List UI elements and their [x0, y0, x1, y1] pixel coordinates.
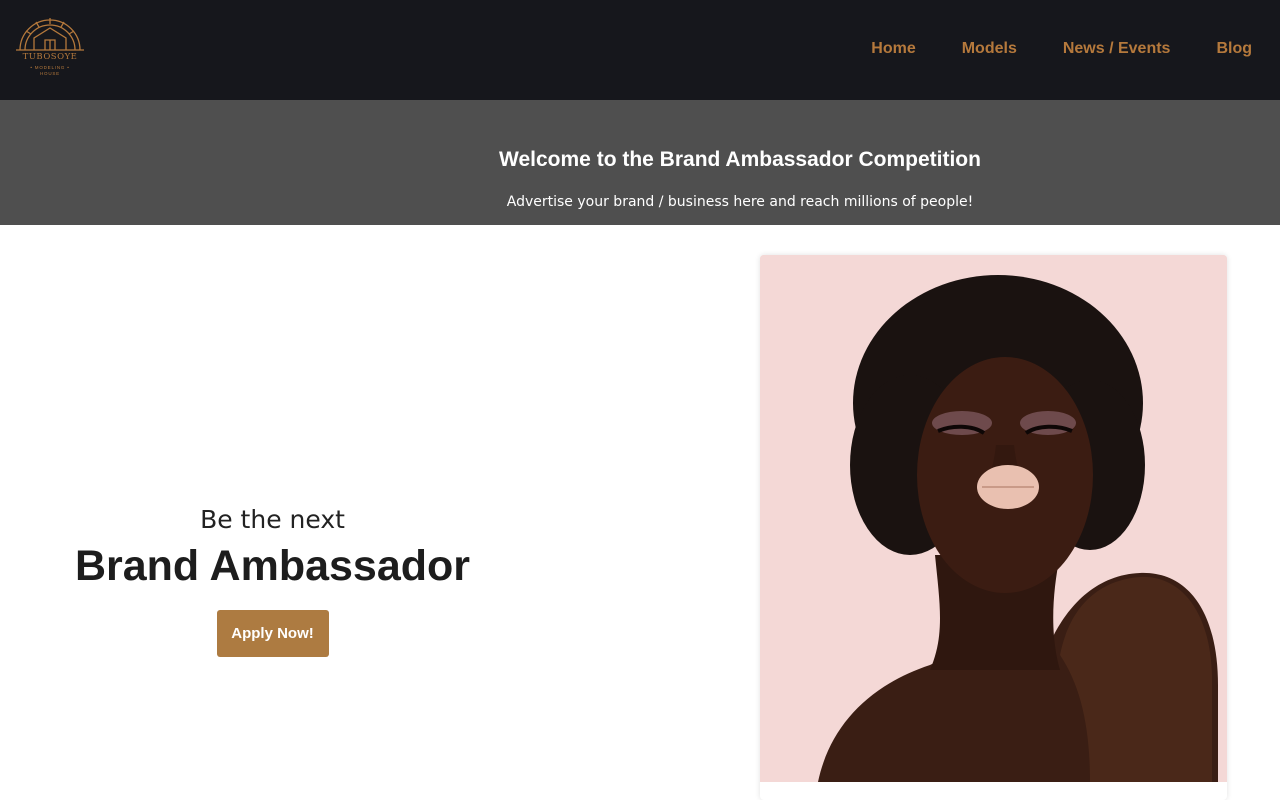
hero-text: Be the next Brand Ambassador Apply Now! — [0, 500, 545, 657]
hero-tagline: Be the next — [200, 505, 345, 534]
main-nav: Home Models News / Events Blog — [871, 38, 1252, 60]
welcome-banner: Welcome to the Brand Ambassador Competit… — [0, 100, 1280, 225]
banner-title: Welcome to the Brand Ambassador Competit… — [499, 148, 981, 171]
brand-tagline-2: HOUSE — [39, 71, 60, 76]
apply-now-button[interactable]: Apply Now! — [216, 610, 329, 657]
nav-news-events-link[interactable]: News / Events — [1063, 38, 1171, 60]
brand-tagline: • MODELING • — [30, 65, 70, 70]
model-photo-card — [760, 255, 1227, 800]
brand-name: TUBOSOYE — [22, 52, 78, 62]
model-portrait-image — [760, 255, 1227, 782]
logo-emblem-icon — [16, 18, 84, 51]
nav-blog-link[interactable]: Blog — [1216, 38, 1252, 60]
site-header: TUBOSOYE • MODELING • HOUSE Home Models … — [0, 0, 1280, 100]
nav-home-link[interactable]: Home — [871, 38, 915, 60]
brand-logo[interactable]: TUBOSOYE • MODELING • HOUSE — [12, 12, 88, 80]
nav-models-link[interactable]: Models — [962, 38, 1017, 60]
banner-subtitle: Advertise your brand / business here and… — [506, 194, 974, 210]
hero-headline: Brand Ambassador — [74, 542, 471, 590]
